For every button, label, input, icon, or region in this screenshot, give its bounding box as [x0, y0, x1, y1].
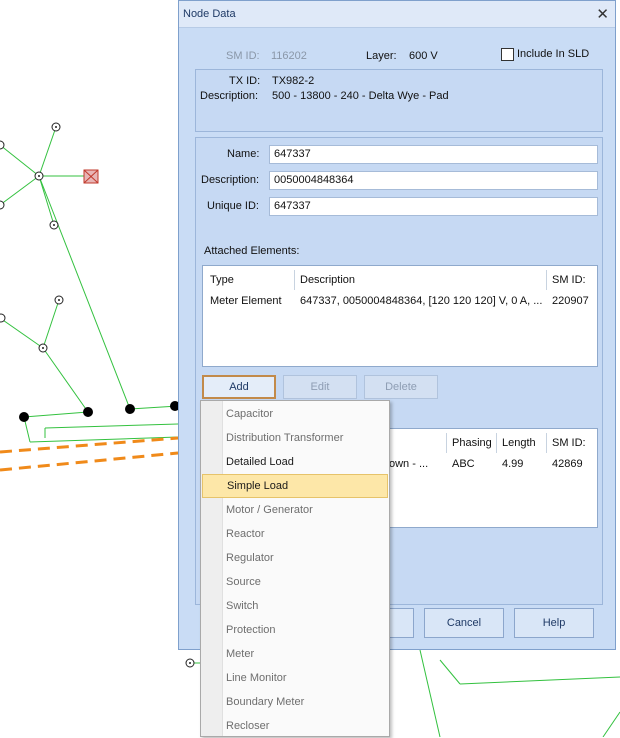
dialog-title: Node Data [183, 8, 236, 20]
transformer-symbol-icon[interactable] [83, 169, 99, 184]
tx-id-value: TX982-2 [272, 75, 315, 87]
unique-id-field[interactable]: 647337 [269, 197, 598, 216]
dialog-titlebar[interactable]: Node Data ✕ [179, 1, 615, 28]
layer-label: Layer: [366, 50, 397, 62]
close-icon[interactable]: ✕ [596, 5, 609, 23]
add-button[interactable]: Add [202, 375, 276, 399]
column-header-length[interactable]: Length [502, 437, 536, 449]
row-sm-id: 220907 [552, 295, 589, 307]
menu-item-detailed-load[interactable]: Detailed Load [202, 450, 388, 474]
menu-item-protection[interactable]: Protection [202, 618, 388, 642]
menu-item-switch[interactable]: Switch [202, 594, 388, 618]
menu-item-line-monitor[interactable]: Line Monitor [202, 666, 388, 690]
menu-item-distribution-transformer[interactable]: Distribution Transformer [202, 426, 388, 450]
sm-id-value: 116202 [271, 50, 307, 62]
column-divider [294, 270, 295, 290]
column-header-phasing[interactable]: Phasing [452, 437, 492, 449]
column-divider [446, 433, 447, 453]
menu-item-source[interactable]: Source [202, 570, 388, 594]
menu-item-meter[interactable]: Meter [202, 642, 388, 666]
layer-value: 600 V [409, 50, 438, 62]
row-phasing: ABC [452, 458, 475, 470]
edit-button[interactable]: Edit [283, 375, 357, 399]
column-divider [546, 433, 547, 453]
tx-id-label: TX ID: [229, 75, 261, 87]
delete-button[interactable]: Delete [364, 375, 438, 399]
cancel-button[interactable]: Cancel [424, 608, 504, 638]
name-label: Name: [227, 148, 260, 160]
column-header-sm-id[interactable]: SM ID: [552, 274, 586, 286]
transformer-info-group: TX ID: TX982-2 Description: 500 - 13800 … [195, 69, 603, 132]
include-in-sld-label: Include In SLD [517, 48, 590, 60]
column-header-type[interactable]: Type [210, 274, 234, 286]
menu-item-capacitor[interactable]: Capacitor [202, 402, 388, 426]
row-sm-id: 42869 [552, 458, 583, 470]
menu-item-simple-load[interactable]: Simple Load [202, 474, 388, 498]
attached-elements-label: Attached Elements: [204, 245, 300, 257]
column-header-sm-id[interactable]: SM ID: [552, 437, 586, 449]
tx-description-label: Description: [200, 90, 259, 102]
tx-description-value: 500 - 13800 - 240 - Delta Wye - Pad [272, 90, 449, 102]
help-button[interactable]: Help [514, 608, 594, 638]
row-description: 647337, 0050004848364, [120 120 120] V, … [300, 295, 543, 307]
menu-item-reactor[interactable]: Reactor [202, 522, 388, 546]
menu-item-recloser[interactable]: Recloser [202, 714, 388, 738]
description-field[interactable]: 0050004848364 [269, 171, 598, 190]
column-divider [496, 433, 497, 453]
menu-item-boundary-meter[interactable]: Boundary Meter [202, 690, 388, 714]
menu-item-motor-generator[interactable]: Motor / Generator [202, 498, 388, 522]
sm-id-label: SM ID: [226, 50, 260, 62]
row-type: Meter Element [210, 295, 282, 307]
name-field[interactable]: 647337 [269, 145, 598, 164]
column-header-description[interactable]: Description [300, 274, 355, 286]
include-in-sld-checkbox[interactable] [501, 48, 514, 61]
description-label: Description: [201, 174, 260, 186]
attached-elements-list[interactable]: Type Description SM ID: Meter Element 64… [202, 265, 598, 367]
row-length: 4.99 [502, 458, 524, 470]
add-element-menu: Capacitor Distribution Transformer Detaile… [200, 400, 390, 737]
menu-item-regulator[interactable]: Regulator [202, 546, 388, 570]
row-description: own - ... [389, 458, 429, 470]
column-divider [546, 270, 547, 290]
unique-id-label: Unique ID: [207, 200, 259, 212]
